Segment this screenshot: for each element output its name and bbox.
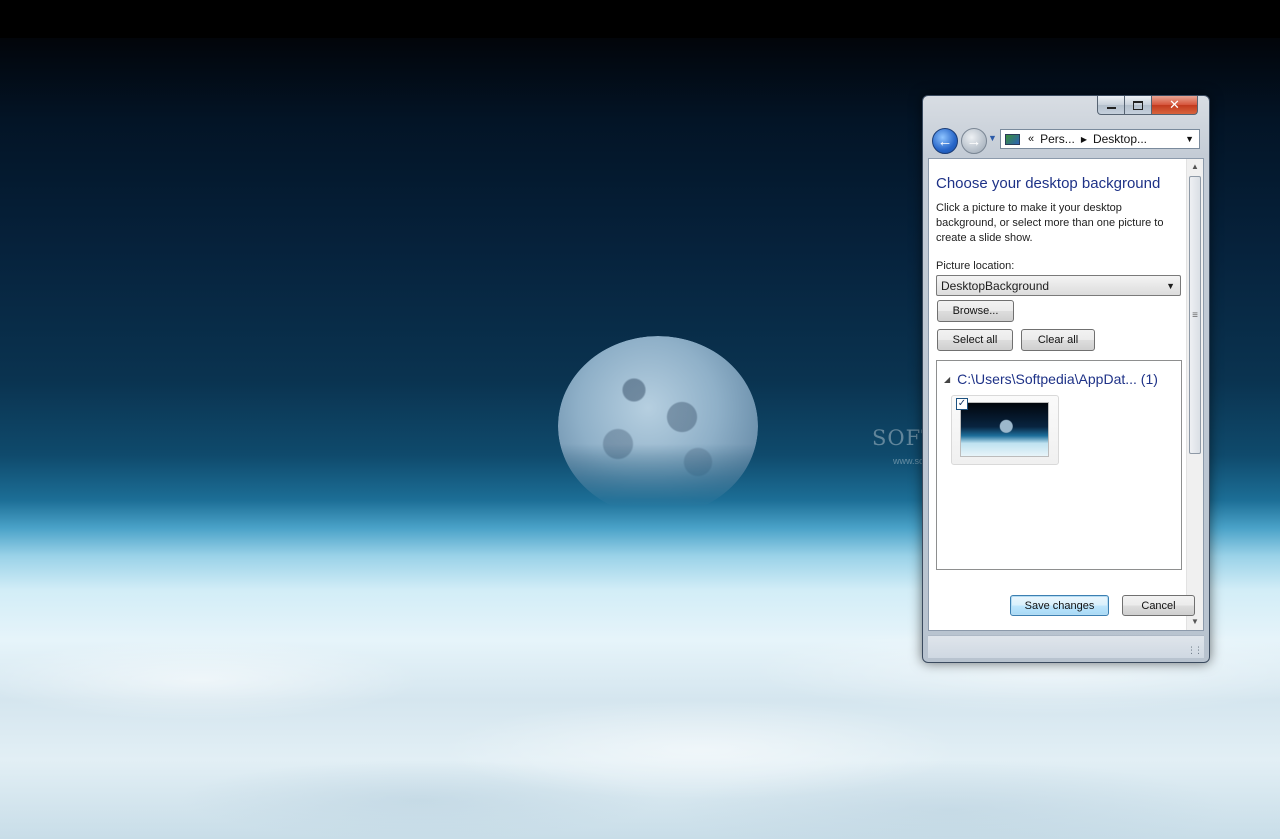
status-bar: ⋮⋮ bbox=[928, 635, 1204, 658]
close-button[interactable]: ✕ bbox=[1152, 96, 1198, 115]
back-arrow-icon: ← bbox=[937, 132, 953, 150]
minimize-button[interactable] bbox=[1097, 96, 1125, 115]
page-title: Choose your desktop background bbox=[936, 175, 1161, 192]
chevron-down-icon: ▼ bbox=[1166, 280, 1175, 291]
close-icon: ✕ bbox=[1169, 97, 1180, 112]
scroll-up-icon[interactable]: ▲ bbox=[1187, 159, 1203, 175]
address-separator-icon[interactable]: ▶ bbox=[1081, 135, 1087, 144]
navigation-bar: ← → ▼ « Pers... ▶ Desktop... ▼ bbox=[931, 126, 1203, 154]
address-segment-desktop-background[interactable]: Desktop... bbox=[1093, 132, 1147, 146]
cancel-button[interactable]: Cancel bbox=[1122, 595, 1195, 616]
vertical-scrollbar[interactable]: ▲ ≡ ▼ bbox=[1186, 159, 1203, 630]
content-area: Choose your desktop background Click a p… bbox=[928, 158, 1204, 631]
picture-group-header[interactable]: ◢ C:\Users\Softpedia\AppDat... (1) bbox=[944, 371, 1158, 387]
scroll-thumb[interactable]: ≡ bbox=[1189, 176, 1201, 454]
address-bar[interactable]: « Pers... ▶ Desktop... ▼ bbox=[1000, 129, 1200, 149]
maximize-icon bbox=[1133, 100, 1143, 110]
forward-arrow-icon: → bbox=[966, 132, 982, 150]
control-panel-icon bbox=[1005, 133, 1020, 145]
scroll-grip-icon: ≡ bbox=[1192, 309, 1198, 321]
picture-location-value: DesktopBackground bbox=[941, 278, 1050, 293]
thumbnail-image bbox=[960, 402, 1049, 457]
forward-button[interactable]: → bbox=[961, 128, 987, 154]
picture-list[interactable]: ◢ C:\Users\Softpedia\AppDat... (1) ✓ bbox=[936, 360, 1182, 570]
picture-location-select[interactable]: DesktopBackground ▼ bbox=[936, 275, 1181, 296]
collapse-triangle-icon[interactable]: ◢ bbox=[944, 375, 950, 384]
page-description: Click a picture to make it your desktop … bbox=[936, 202, 1164, 244]
picture-location-label: Picture location: bbox=[936, 260, 1015, 272]
wallpaper-top-band bbox=[0, 0, 1280, 38]
back-button[interactable]: ← bbox=[932, 128, 958, 154]
browse-button[interactable]: Browse... bbox=[937, 300, 1014, 322]
caption-buttons: ✕ bbox=[1097, 96, 1203, 115]
address-dropdown-icon[interactable]: ▼ bbox=[1185, 134, 1194, 144]
clear-all-button[interactable]: Clear all bbox=[1021, 329, 1095, 351]
desktop-background-window: ✕ ← → ▼ « Pers... ▶ Desktop... ▼ Choose … bbox=[922, 95, 1210, 663]
select-all-button[interactable]: Select all bbox=[937, 329, 1013, 351]
address-overflow-chevron[interactable]: « bbox=[1028, 133, 1034, 145]
save-changes-button[interactable]: Save changes bbox=[1010, 595, 1109, 616]
address-segment-personalization[interactable]: Pers... bbox=[1040, 132, 1075, 146]
moon-image bbox=[558, 336, 758, 516]
minimize-icon bbox=[1106, 107, 1116, 109]
maximize-button[interactable] bbox=[1125, 96, 1152, 115]
scroll-down-icon[interactable]: ▼ bbox=[1187, 614, 1203, 630]
resize-grip-icon[interactable]: ⋮⋮ bbox=[1187, 645, 1203, 656]
picture-group-title: C:\Users\Softpedia\AppDat... (1) bbox=[957, 371, 1158, 387]
thumbnail-checkbox[interactable]: ✓ bbox=[956, 398, 968, 410]
recent-pages-dropdown[interactable]: ▼ bbox=[988, 133, 997, 143]
picture-thumbnail[interactable]: ✓ bbox=[951, 395, 1059, 465]
